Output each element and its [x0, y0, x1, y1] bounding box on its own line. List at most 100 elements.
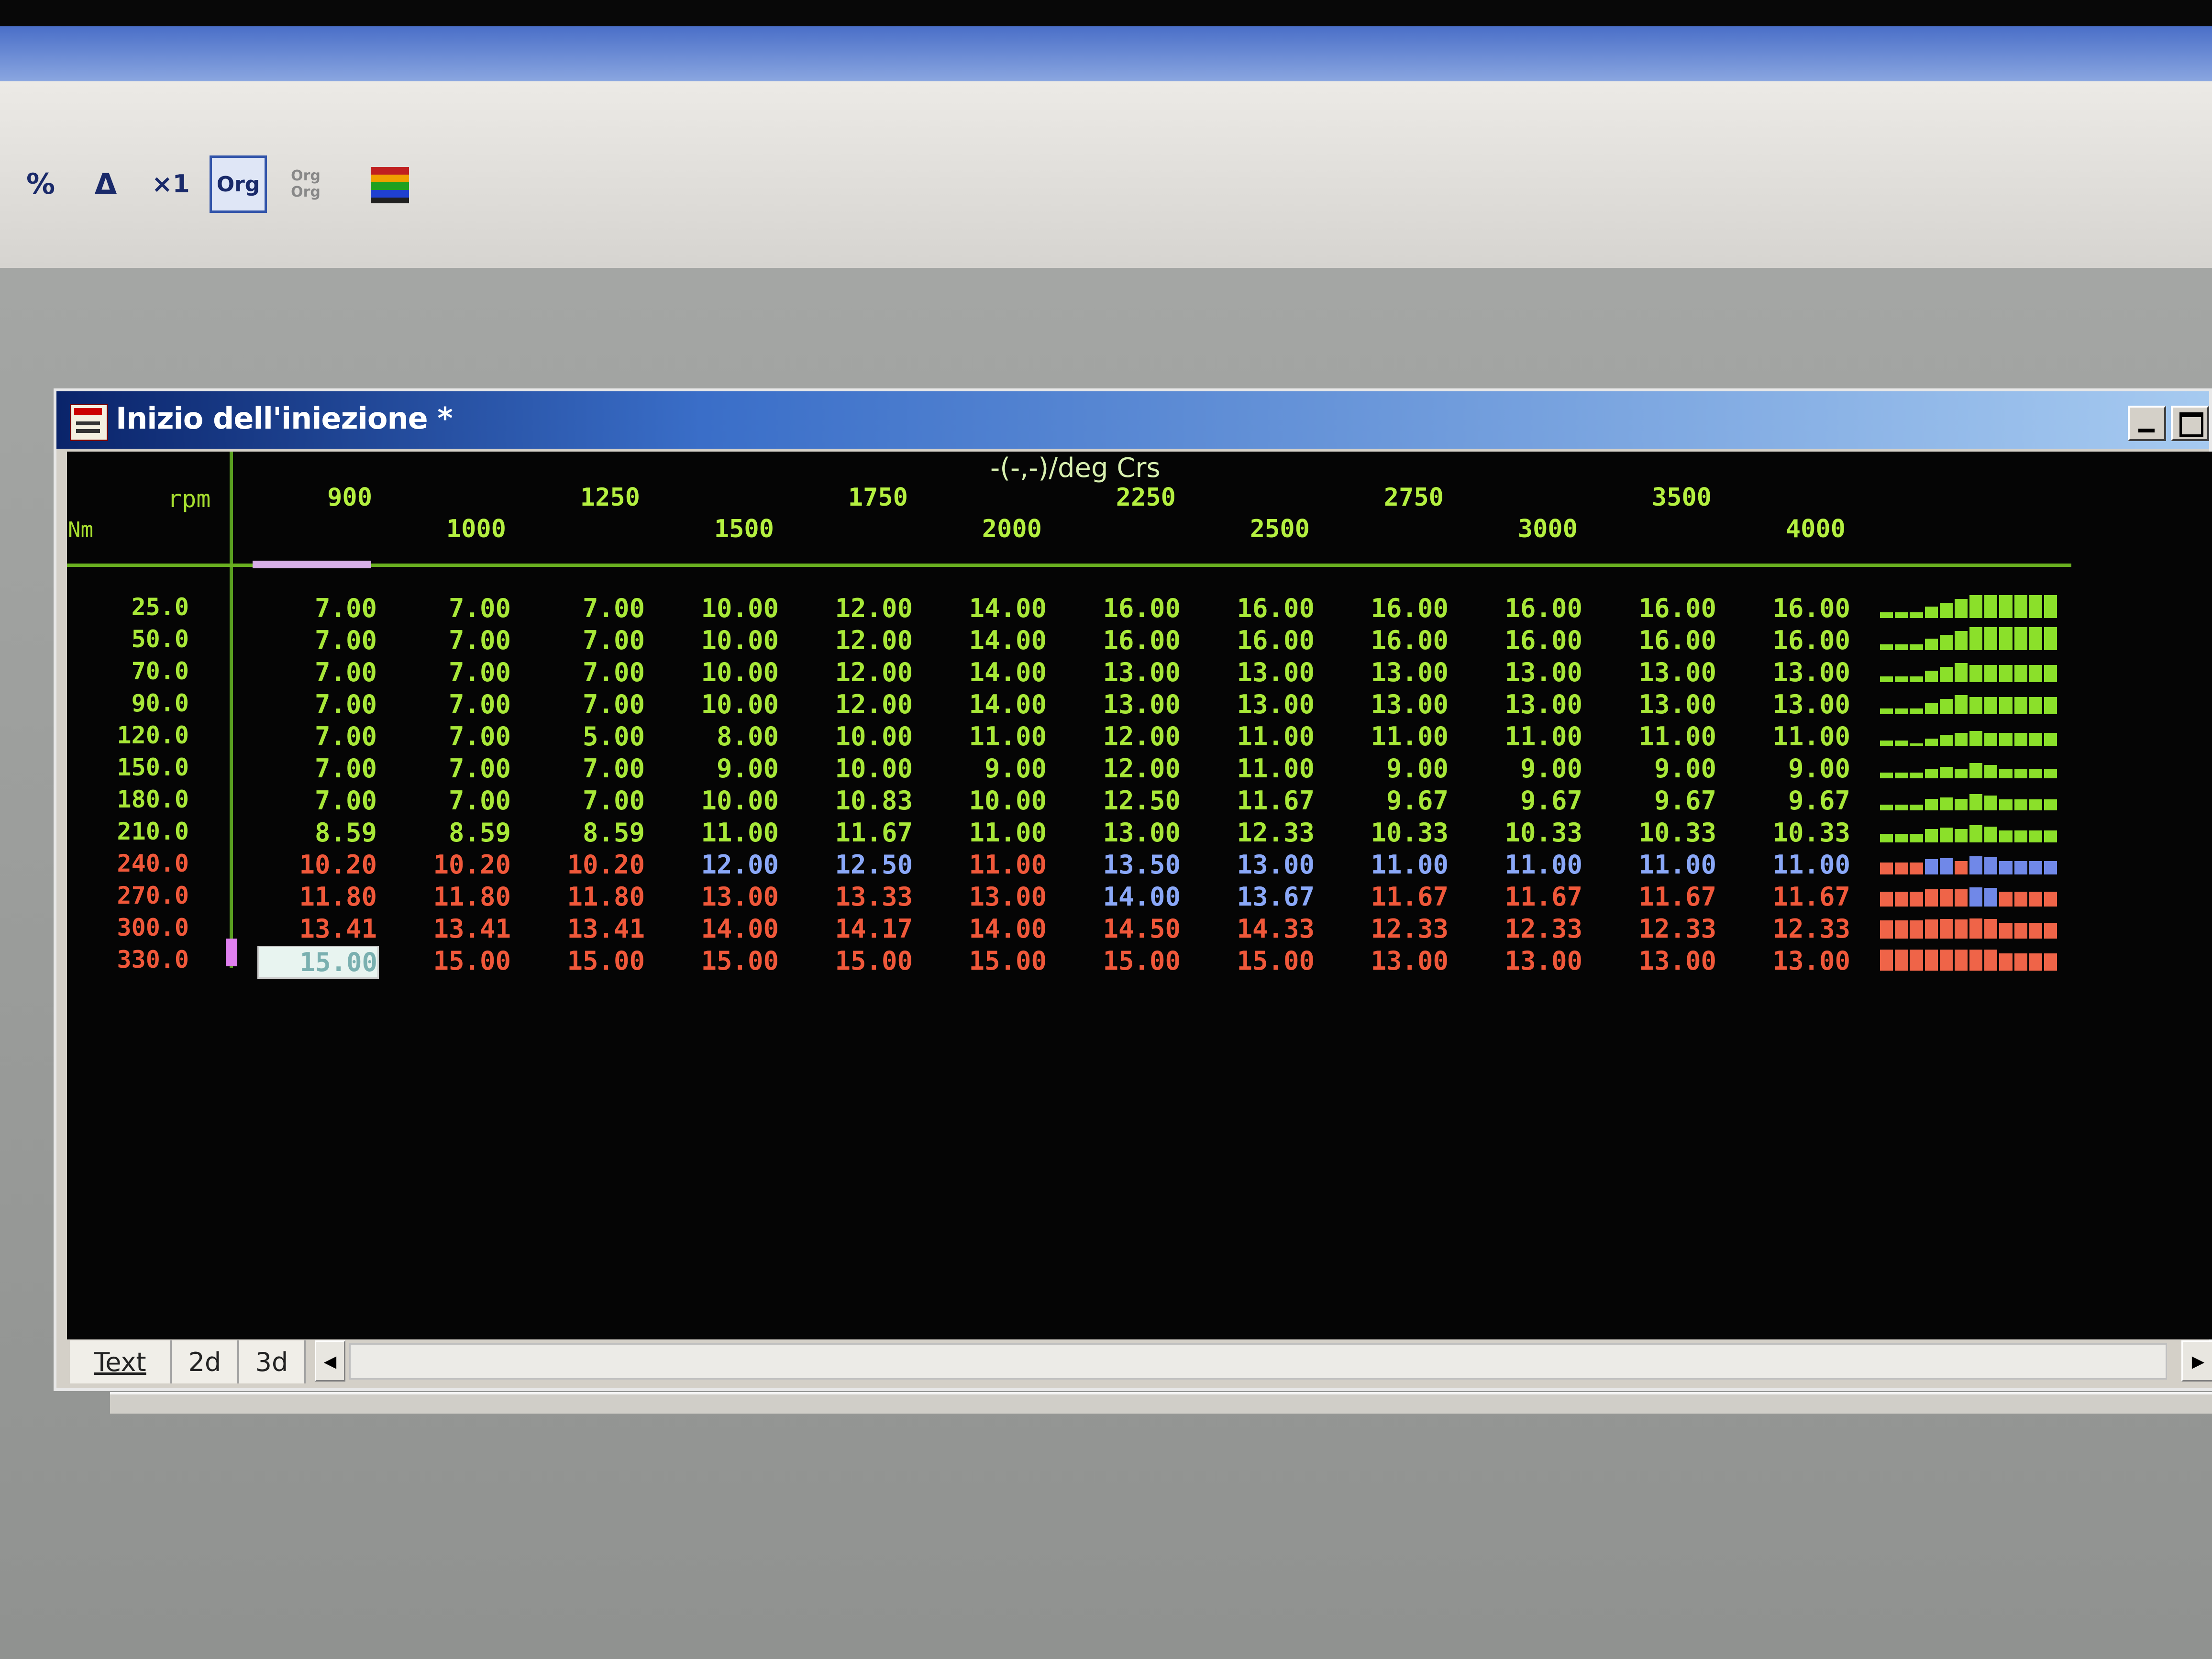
table-cell[interactable]: 11.67: [1463, 882, 1582, 912]
table-cell[interactable]: 16.00: [1463, 625, 1582, 655]
table-cell[interactable]: 15.00: [793, 946, 913, 976]
table-cell[interactable]: 7.00: [525, 785, 645, 816]
table-cell[interactable]: 9.00: [927, 753, 1047, 784]
table-cell[interactable]: 9.67: [1329, 785, 1449, 816]
table-cell[interactable]: 12.00: [1061, 753, 1181, 784]
table-cell[interactable]: 7.00: [391, 593, 511, 623]
table-cell[interactable]: 12.33: [1463, 914, 1582, 944]
table-cell[interactable]: 13.00: [1463, 689, 1582, 719]
table-cell[interactable]: 8.00: [659, 721, 779, 752]
table-cell[interactable]: 7.00: [525, 689, 645, 719]
table-cell[interactable]: 7.00: [257, 785, 377, 816]
table-cell[interactable]: 7.00: [257, 753, 377, 784]
table-cell[interactable]: 10.33: [1597, 818, 1716, 848]
table-cell[interactable]: 16.00: [1597, 593, 1716, 623]
table-cell[interactable]: 13.00: [1597, 657, 1716, 687]
table-cell[interactable]: 9.00: [1597, 753, 1716, 784]
table-cell[interactable]: 10.00: [793, 721, 913, 752]
table-cell[interactable]: 9.67: [1731, 785, 1850, 816]
table-cell[interactable]: 12.00: [659, 850, 779, 880]
table-cell[interactable]: 8.59: [257, 818, 377, 848]
tab-2d[interactable]: 2d: [172, 1340, 239, 1383]
table-cell[interactable]: 7.00: [257, 689, 377, 719]
table-cell[interactable]: 11.67: [793, 818, 913, 848]
table-cell[interactable]: 13.41: [257, 914, 377, 944]
table-cell[interactable]: 7.00: [525, 593, 645, 623]
table-cell[interactable]: 16.00: [1329, 625, 1449, 655]
table-cell[interactable]: 14.00: [927, 593, 1047, 623]
delta-button[interactable]: Δ: [79, 158, 132, 210]
table-cell[interactable]: 8.59: [525, 818, 645, 848]
table-cell[interactable]: 10.00: [793, 753, 913, 784]
tab-3d[interactable]: 3d: [239, 1340, 306, 1383]
table-cell[interactable]: 11.80: [525, 882, 645, 912]
table-cell[interactable]: 13.00: [1195, 689, 1315, 719]
table-cell[interactable]: 10.00: [659, 593, 779, 623]
table-cell[interactable]: 14.50: [1061, 914, 1181, 944]
table-cell[interactable]: 10.00: [659, 625, 779, 655]
table-cell[interactable]: 7.00: [391, 785, 511, 816]
table-cell[interactable]: 7.00: [525, 657, 645, 687]
table-cell[interactable]: 13.00: [1463, 657, 1582, 687]
table-cell[interactable]: 11.00: [1463, 721, 1582, 752]
scroll-right-button[interactable]: ▶: [2181, 1340, 2212, 1382]
table-cell[interactable]: 7.00: [525, 753, 645, 784]
table-cell[interactable]: 12.33: [1329, 914, 1449, 944]
table-cell[interactable]: 16.00: [1731, 593, 1850, 623]
table-cell[interactable]: 7.00: [391, 689, 511, 719]
table-cell[interactable]: 12.50: [793, 850, 913, 880]
horizontal-scrollbar[interactable]: [349, 1343, 2167, 1380]
table-cell[interactable]: 16.00: [1597, 625, 1716, 655]
table-cell[interactable]: 15.00: [1195, 946, 1315, 976]
table-cell[interactable]: 16.00: [1731, 625, 1850, 655]
table-cell[interactable]: 8.59: [391, 818, 511, 848]
table-cell[interactable]: 13.00: [1329, 657, 1449, 687]
table-cell[interactable]: 7.00: [391, 657, 511, 687]
table-cell[interactable]: 11.00: [1329, 850, 1449, 880]
table-cell[interactable]: 12.50: [1061, 785, 1181, 816]
table-cell[interactable]: 10.33: [1329, 818, 1449, 848]
table-cell[interactable]: 11.00: [1195, 753, 1315, 784]
table-cell[interactable]: 11.00: [927, 850, 1047, 880]
table-cell[interactable]: 11.67: [1597, 882, 1716, 912]
table-cell[interactable]: 13.00: [1061, 689, 1181, 719]
table-cell[interactable]: 14.00: [927, 914, 1047, 944]
table-cell[interactable]: 10.20: [525, 850, 645, 880]
table-cell[interactable]: 10.20: [391, 850, 511, 880]
table-cell[interactable]: 11.00: [1597, 850, 1716, 880]
table-cell[interactable]: 14.17: [793, 914, 913, 944]
table-cell[interactable]: 11.80: [257, 882, 377, 912]
color-palette-button[interactable]: [364, 158, 416, 210]
table-cell[interactable]: 10.33: [1731, 818, 1850, 848]
table-cell[interactable]: 14.00: [927, 657, 1047, 687]
table-cell[interactable]: 10.33: [1463, 818, 1582, 848]
table-cell[interactable]: 11.00: [927, 818, 1047, 848]
table-cell[interactable]: 16.00: [1061, 625, 1181, 655]
table-cell[interactable]: 11.00: [1597, 721, 1716, 752]
table-cell[interactable]: 9.00: [1329, 753, 1449, 784]
table-cell[interactable]: 10.00: [659, 657, 779, 687]
table-cell[interactable]: 9.00: [1731, 753, 1850, 784]
window-title-bar[interactable]: Inizio dell'iniezione *: [56, 391, 2209, 449]
table-cell[interactable]: 13.00: [1731, 657, 1850, 687]
table-cell[interactable]: 14.00: [927, 689, 1047, 719]
table-cell[interactable]: 11.00: [1195, 721, 1315, 752]
table-cell[interactable]: 10.20: [257, 850, 377, 880]
percent-button[interactable]: %: [14, 158, 67, 210]
table-cell[interactable]: 10.00: [659, 689, 779, 719]
table-cell[interactable]: 14.00: [927, 625, 1047, 655]
table-cell[interactable]: 7.00: [257, 625, 377, 655]
table-cell[interactable]: 12.00: [793, 593, 913, 623]
table-cell[interactable]: 13.00: [1329, 689, 1449, 719]
table-cell[interactable]: 11.00: [1731, 850, 1850, 880]
table-cell[interactable]: 16.00: [1329, 593, 1449, 623]
table-cell[interactable]: 13.33: [793, 882, 913, 912]
table-cell[interactable]: 11.00: [659, 818, 779, 848]
org-button[interactable]: Org: [210, 155, 267, 213]
table-cell[interactable]: 5.00: [525, 721, 645, 752]
table-cell[interactable]: 7.00: [525, 625, 645, 655]
table-cell[interactable]: 9.67: [1597, 785, 1716, 816]
table-cell[interactable]: 11.00: [927, 721, 1047, 752]
table-cell[interactable]: 16.00: [1463, 593, 1582, 623]
tab-text[interactable]: Text: [70, 1340, 172, 1383]
